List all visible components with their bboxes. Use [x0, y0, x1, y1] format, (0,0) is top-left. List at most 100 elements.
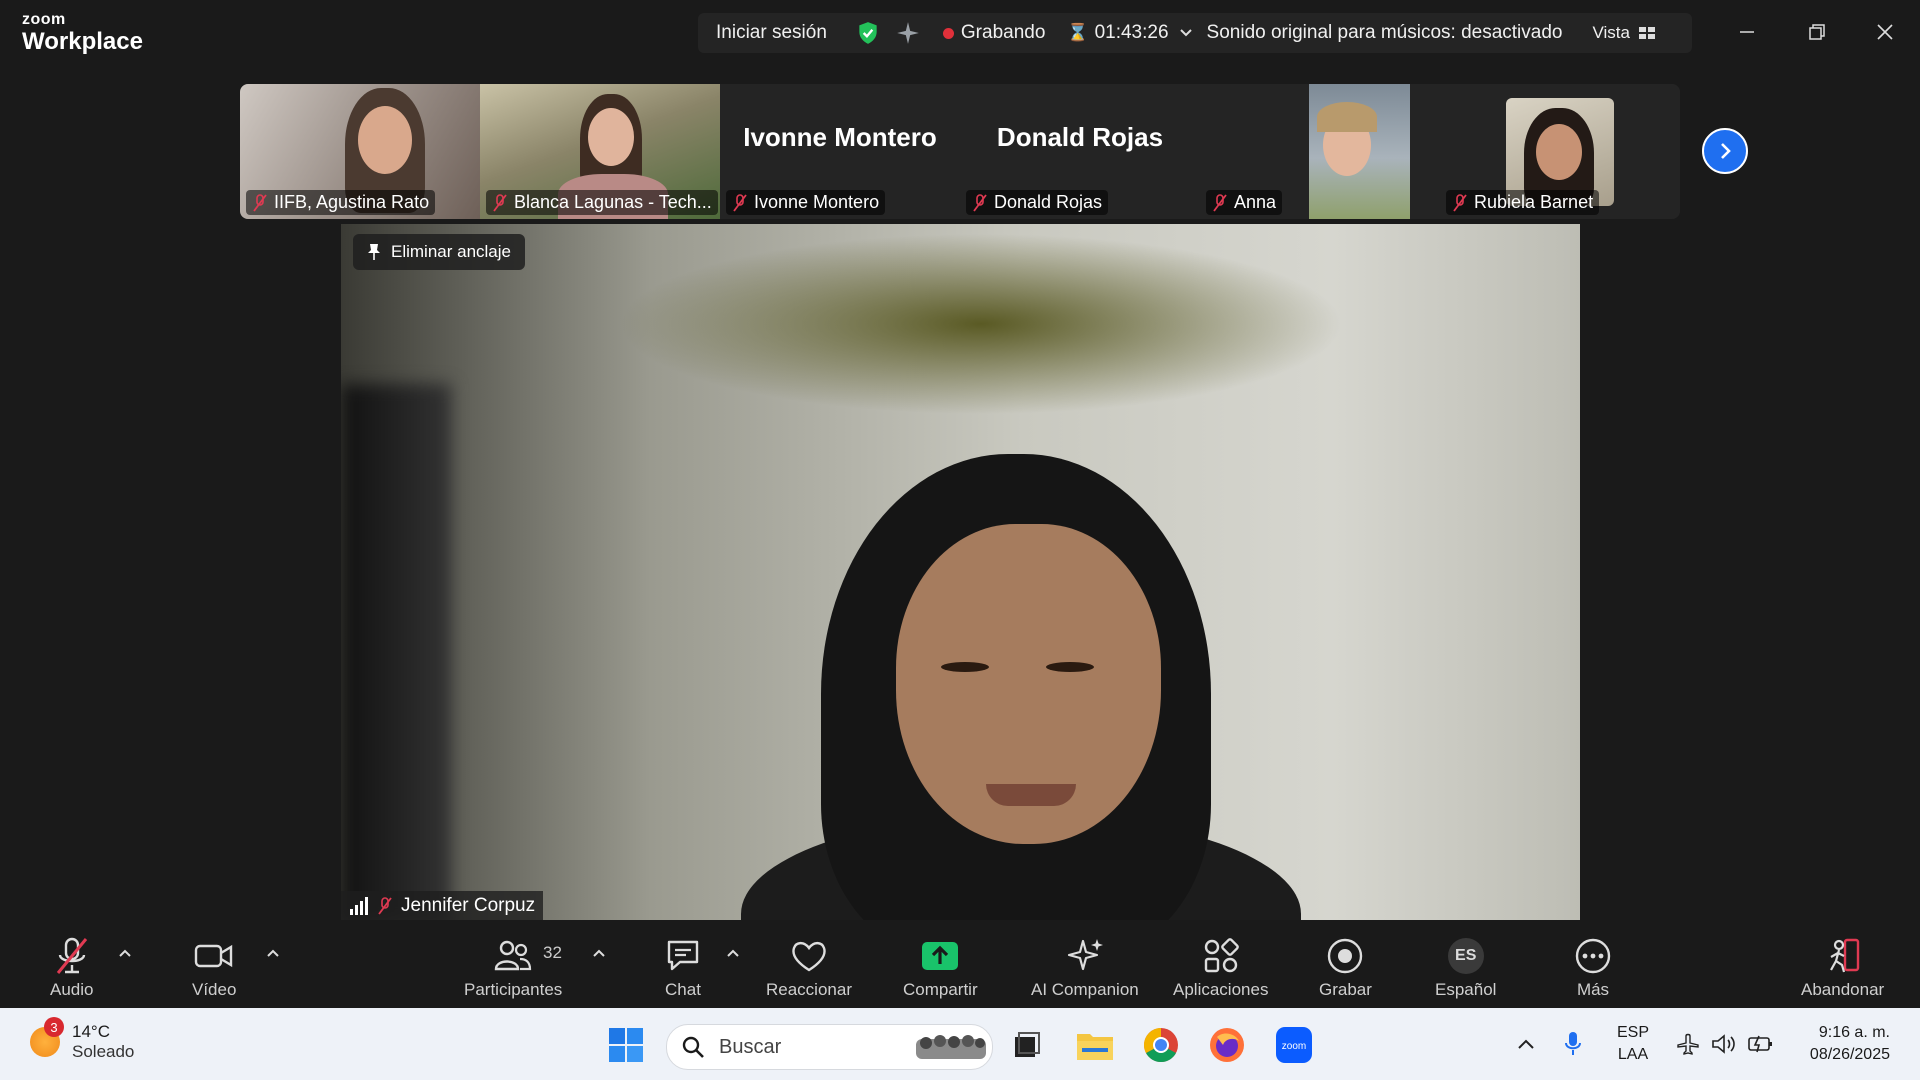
weather-widget[interactable]: 3 14°C Soleado — [30, 1017, 134, 1062]
participant-display-name: Donald Rojas — [996, 122, 1164, 152]
participants-count: 32 — [543, 943, 562, 962]
zoom-taskbar-button[interactable]: zoom — [1274, 1025, 1314, 1065]
meeting-toolbar: Audio Vídeo Participantes 32 Chat Reacci… — [0, 922, 1920, 1008]
app-logo: zoom Workplace — [22, 12, 143, 54]
participant-video — [1309, 84, 1410, 219]
record-button[interactable]: Grabar — [1319, 936, 1372, 1000]
participant-tile[interactable]: Anna — [1200, 84, 1440, 219]
record-icon — [1328, 938, 1363, 974]
input-language[interactable]: ESP LAA — [1617, 1022, 1649, 1066]
participant-name-tag: Donald Rojas — [966, 190, 1109, 215]
unpin-button[interactable]: Eliminar anclaje — [353, 234, 525, 270]
next-page-button[interactable] — [1702, 128, 1748, 174]
recording-label[interactable]: Grabando — [961, 22, 1046, 44]
background-shadow — [341, 384, 451, 920]
ai-sparkle-icon — [1067, 939, 1103, 971]
audio-button[interactable]: Audio — [50, 936, 93, 1000]
mic-muted-icon — [733, 193, 747, 212]
leave-button[interactable]: Abandonar — [1801, 936, 1884, 1000]
leave-label: Abandonar — [1801, 980, 1885, 999]
share-button[interactable]: Compartir — [903, 936, 978, 1000]
minimize-icon — [1740, 31, 1754, 33]
speaker-name-tag: Jennifer Corpuz — [341, 891, 544, 920]
chat-label: Chat — [665, 980, 701, 999]
participant-face — [588, 108, 634, 166]
sparkle-icon[interactable] — [895, 20, 921, 46]
participant-face — [358, 106, 412, 174]
logo-workplace: Workplace — [22, 28, 143, 55]
task-view-button[interactable] — [1007, 1025, 1047, 1065]
avatar-face — [1536, 124, 1582, 180]
signin-link[interactable]: Iniciar sesión — [716, 22, 827, 44]
recording-dot-icon — [942, 27, 954, 39]
language-button[interactable]: ES Español — [1435, 936, 1496, 1000]
meeting-timer: 01:43:26 — [1094, 22, 1169, 43]
language-badge-icon: ES — [1447, 938, 1484, 974]
ai-companion-label: AI Companion — [1031, 980, 1139, 999]
participant-display-name: Ivonne Montero — [743, 122, 937, 152]
firefox-button[interactable] — [1207, 1025, 1247, 1065]
heart-icon — [792, 941, 826, 972]
mic-muted-icon — [493, 193, 507, 212]
participant-name: Anna — [1234, 192, 1277, 212]
mic-muted-icon — [1453, 193, 1467, 212]
participant-name-tag: Rubiela Barnet — [1446, 190, 1600, 215]
battery-icon[interactable] — [1747, 1032, 1773, 1056]
input-language-layout: LAA — [1617, 1046, 1649, 1063]
start-button[interactable] — [606, 1025, 646, 1065]
more-button[interactable]: Más — [1574, 936, 1612, 1000]
sun-icon: 3 — [30, 1017, 64, 1057]
more-icon — [1575, 938, 1611, 974]
temperature: 14°C — [72, 1022, 110, 1041]
main-speaker-video[interactable] — [341, 224, 1580, 920]
participant-tile[interactable]: Donald Rojas Donald Rojas — [960, 84, 1200, 219]
chevron-up-icon[interactable] — [1516, 1034, 1536, 1054]
volume-icon[interactable] — [1711, 1032, 1737, 1056]
participant-tile[interactable]: IIFB, Agustina Rato — [240, 84, 480, 219]
clock-date: 08/26/2025 — [1809, 1046, 1890, 1063]
chevron-down-icon[interactable] — [1179, 26, 1193, 40]
shield-check-icon[interactable] — [855, 20, 881, 46]
participant-tile[interactable]: Rubiela Barnet — [1440, 84, 1680, 219]
leave-icon — [1829, 938, 1859, 973]
pin-icon — [368, 244, 380, 260]
react-label: Reaccionar — [766, 980, 852, 999]
participants-options-caret-icon[interactable] — [592, 946, 606, 960]
restore-icon — [1809, 24, 1825, 40]
input-language-code: ESP — [1617, 1024, 1650, 1041]
participant-tile[interactable]: Ivonne Montero Ivonne Montero — [720, 84, 960, 219]
restore-button[interactable] — [1799, 16, 1835, 48]
camera-icon — [195, 944, 233, 968]
chrome-button[interactable] — [1141, 1025, 1181, 1065]
search-icon — [682, 1036, 704, 1058]
minimize-button[interactable] — [1729, 16, 1765, 48]
video-options-caret-icon[interactable] — [266, 946, 280, 960]
chat-options-caret-icon[interactable] — [726, 946, 740, 960]
participant-strip: IIFB, Agustina Rato Blanca Lagunas - Tec… — [240, 84, 1680, 219]
participant-name-tag: Blanca Lagunas - Tech... — [486, 190, 718, 215]
react-button[interactable]: Reaccionar — [766, 936, 852, 1000]
system-clock[interactable]: 9:16 a. m. 08/26/2025 — [1810, 1022, 1890, 1066]
more-label: Más — [1576, 980, 1610, 999]
grid-view-icon[interactable] — [1638, 24, 1656, 42]
participant-hair — [1317, 102, 1377, 132]
original-sound-status[interactable]: Sonido original para músicos: desactivad… — [1207, 22, 1563, 44]
zoom-app-icon: zoom — [1276, 1027, 1312, 1063]
video-button[interactable]: Vídeo — [192, 936, 236, 1000]
language-label: Español — [1435, 980, 1497, 999]
taskbar-search[interactable]: Buscar — [666, 1024, 993, 1070]
firefox-icon — [1210, 1028, 1244, 1062]
ai-companion-button[interactable]: AI Companion — [1031, 936, 1139, 1000]
close-button[interactable] — [1867, 16, 1903, 48]
participant-tile[interactable]: Blanca Lagunas - Tech... — [480, 84, 720, 219]
meeting-status-bar: Iniciar sesión Grabando ⌛ 01:43:26 Sonid… — [698, 13, 1692, 53]
microphone-tray-icon[interactable] — [1563, 1030, 1583, 1058]
participant-name: Donald Rojas — [994, 192, 1103, 212]
apps-button[interactable]: Aplicaciones — [1173, 936, 1268, 1000]
file-explorer-button[interactable] — [1075, 1025, 1115, 1065]
view-button[interactable]: Vista — [1592, 23, 1630, 43]
airplane-mode-icon[interactable] — [1676, 1032, 1700, 1056]
participant-name: Ivonne Montero — [754, 192, 880, 212]
audio-options-caret-icon[interactable] — [118, 946, 132, 960]
chat-button[interactable]: Chat — [664, 936, 702, 1000]
